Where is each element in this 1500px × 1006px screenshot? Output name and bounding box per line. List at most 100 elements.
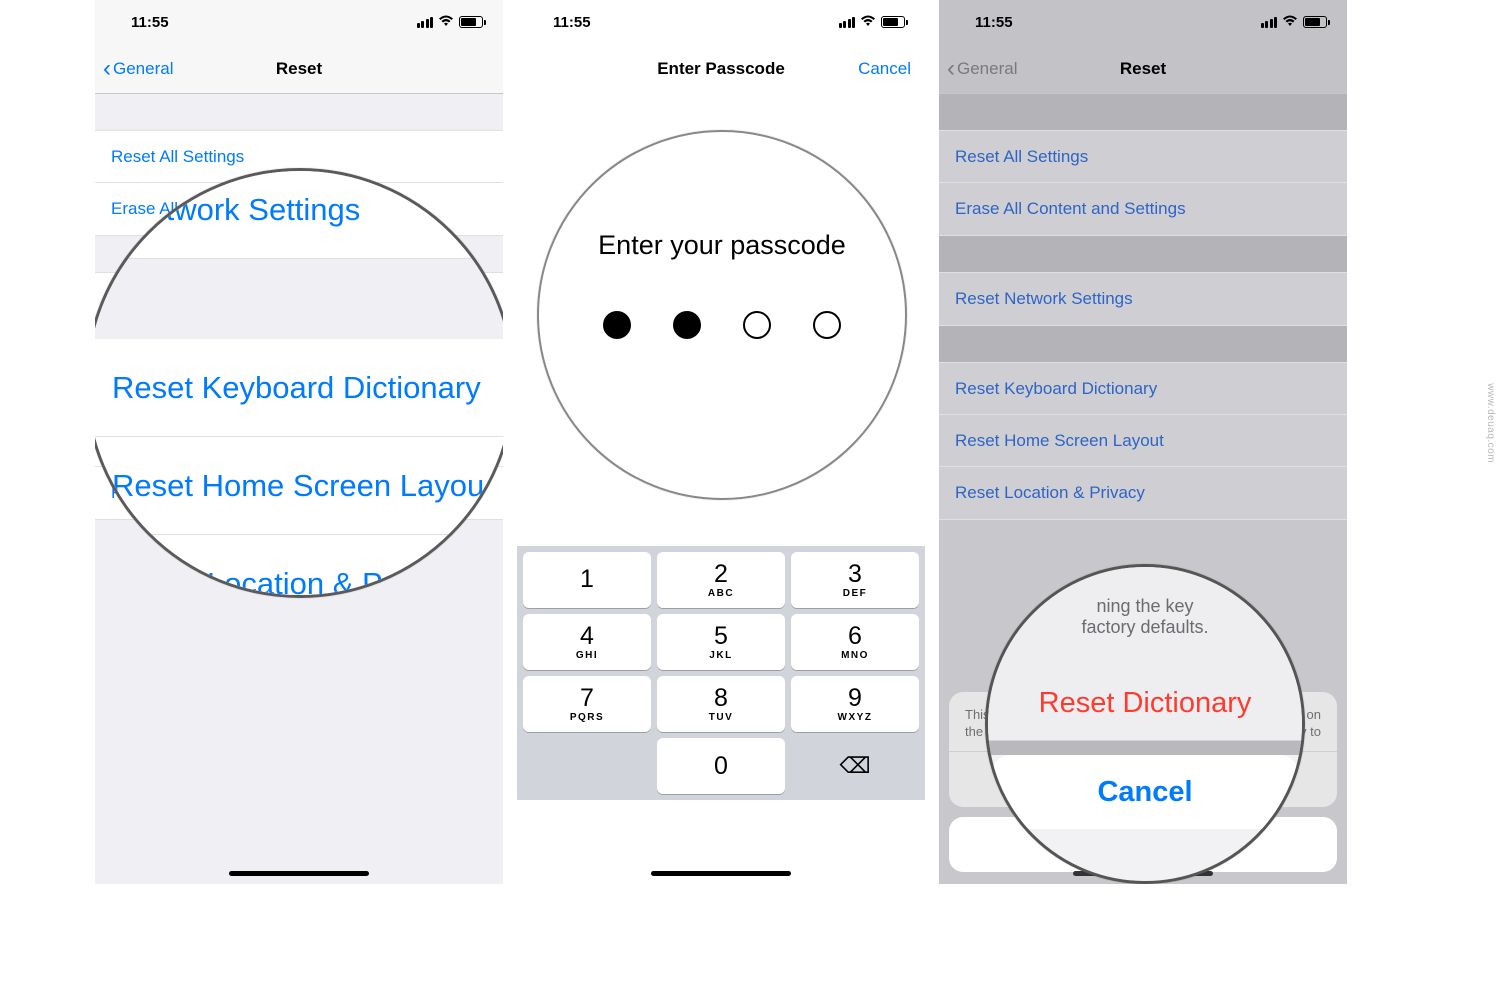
status-time: 11:55 xyxy=(975,14,1013,31)
mag-label: Reset Keyboard Dictionary xyxy=(112,370,481,406)
reset-keyboard-cell: Reset Keyboard Dictionary xyxy=(939,363,1347,415)
magnifier-passcode: Enter your passcode xyxy=(537,130,907,500)
keypad-7[interactable]: 7PQRS xyxy=(523,676,651,732)
wifi-icon xyxy=(1282,14,1298,30)
key-letters: PQRS xyxy=(570,712,604,723)
reset-home-cell: Reset Home Screen Layout xyxy=(939,415,1347,467)
keypad-5[interactable]: 5JKL xyxy=(657,614,785,670)
cell-label: Reset Keyboard Dictionary xyxy=(955,379,1157,399)
key-letters: WXYZ xyxy=(838,712,873,723)
mag-dot-3 xyxy=(743,311,771,339)
key-number: 8 xyxy=(714,686,728,711)
mag-row-network: set Network Settings xyxy=(95,168,503,259)
key-letters: ABC xyxy=(708,588,734,599)
key-letters: DEF xyxy=(843,588,868,599)
status-icons xyxy=(417,14,484,30)
cellular-signal-icon xyxy=(417,17,434,28)
back-label: General xyxy=(957,59,1017,79)
keypad-delete[interactable]: ⌫ xyxy=(791,738,919,794)
keypad-8[interactable]: 8TUV xyxy=(657,676,785,732)
keypad-0[interactable]: 0 xyxy=(657,738,785,794)
cell-label: Reset Location & Privacy xyxy=(955,483,1145,503)
key-letters: TUV xyxy=(709,712,734,723)
key-number: 9 xyxy=(848,686,862,711)
key-number: 0 xyxy=(714,754,728,779)
cell-label: Reset Home Screen Layout xyxy=(955,431,1164,451)
phone-1-reset-settings: 11:55 ‹ General Reset Reset All Settings… xyxy=(95,0,503,884)
key-letters: JKL xyxy=(709,650,732,661)
battery-icon xyxy=(1303,16,1327,28)
battery-icon xyxy=(881,16,905,28)
magnifier-reset-keyboard: set Network Settings Reset Keyboard Dict… xyxy=(95,168,503,598)
keypad-4[interactable]: 4GHI xyxy=(523,614,651,670)
mag-passcode-dots xyxy=(539,311,905,339)
mag-gap xyxy=(988,741,1302,755)
magnifier-reset-dictionary: ning the key factory defaults. Reset Dic… xyxy=(985,564,1305,884)
cell-label: Reset Network Settings xyxy=(955,289,1133,309)
mag-row-keyboard: Reset Keyboard Dictionary xyxy=(95,339,503,437)
mag-label: set Network Settings xyxy=(95,192,360,228)
number-keypad: 1 2ABC 3DEF 4GHI 5JKL 6MNO 7PQRS 8TUV 9W… xyxy=(517,546,925,800)
status-bar: 11:55 xyxy=(517,0,925,44)
mag-passcode-label: Enter your passcode xyxy=(539,230,905,261)
status-bar: 11:55 xyxy=(95,0,503,44)
keypad-9[interactable]: 9WXYZ xyxy=(791,676,919,732)
mag-dot-4 xyxy=(813,311,841,339)
mag-dot-1 xyxy=(603,311,631,339)
status-icons xyxy=(1261,14,1328,30)
home-indicator[interactable] xyxy=(229,871,369,876)
group-gap xyxy=(95,94,503,130)
key-letters: MNO xyxy=(841,650,869,661)
group-1: Reset All Settings Erase All Content and… xyxy=(939,130,1347,236)
mag-row-home: Reset Home Screen Layou xyxy=(95,437,503,535)
chevron-left-icon: ‹ xyxy=(947,55,955,83)
mag-gap xyxy=(95,259,503,339)
battery-icon xyxy=(459,16,483,28)
keypad-6[interactable]: 6MNO xyxy=(791,614,919,670)
wifi-icon xyxy=(860,14,876,30)
mag-cancel: Cancel xyxy=(992,755,1298,829)
mag-label: Location & Pr xyxy=(207,566,393,599)
reset-all-settings-cell: Reset All Settings xyxy=(939,131,1347,183)
cellular-signal-icon xyxy=(1261,17,1278,28)
status-bar: 11:55 xyxy=(939,0,1347,44)
mag-reset-dictionary: Reset Dictionary xyxy=(988,667,1302,741)
mag-dot-2 xyxy=(673,311,701,339)
chevron-left-icon: ‹ xyxy=(103,55,111,83)
group-gap xyxy=(939,236,1347,272)
nav-bar: Enter Passcode Cancel xyxy=(517,44,925,94)
key-number: 5 xyxy=(714,624,728,649)
cell-label: Erase All Content and Settings xyxy=(955,199,1186,219)
status-time: 11:55 xyxy=(131,14,169,31)
group-gap xyxy=(939,94,1347,130)
status-icons xyxy=(839,14,906,30)
keypad-2[interactable]: 2ABC xyxy=(657,552,785,608)
key-number: 7 xyxy=(580,686,594,711)
keypad-3[interactable]: 3DEF xyxy=(791,552,919,608)
status-time: 11:55 xyxy=(553,14,591,31)
home-indicator[interactable] xyxy=(651,871,791,876)
mag-msg: ning the key factory defaults. xyxy=(988,567,1302,667)
phone-2-enter-passcode: 11:55 Enter Passcode Cancel Enter your p… xyxy=(517,0,925,884)
erase-all-content-cell: Erase All Content and Settings xyxy=(939,183,1347,235)
reset-network-cell: Reset Network Settings xyxy=(939,273,1347,325)
cancel-button[interactable]: Cancel xyxy=(858,59,925,79)
key-number: 2 xyxy=(714,562,728,587)
backspace-icon: ⌫ xyxy=(839,753,870,779)
key-number: 4 xyxy=(580,624,594,649)
key-letters: GHI xyxy=(576,650,598,661)
key-number: 3 xyxy=(848,562,862,587)
nav-bar: ‹ General Reset xyxy=(939,44,1347,94)
keypad-1[interactable]: 1 xyxy=(523,552,651,608)
cellular-signal-icon xyxy=(839,17,856,28)
key-number: 1 xyxy=(580,567,594,592)
back-button[interactable]: ‹ General xyxy=(95,55,173,83)
wifi-icon xyxy=(438,14,454,30)
cell-label: Reset All Settings xyxy=(955,147,1088,167)
cell-label: Reset All Settings xyxy=(111,147,244,167)
reset-location-cell: Reset Location & Privacy xyxy=(939,467,1347,519)
back-label: General xyxy=(113,59,173,79)
mag-row-location: Location & Pr xyxy=(95,535,503,598)
phone-3-action-sheet: 11:55 ‹ General Reset Reset All Settings… xyxy=(939,0,1347,884)
group-gap xyxy=(939,326,1347,362)
